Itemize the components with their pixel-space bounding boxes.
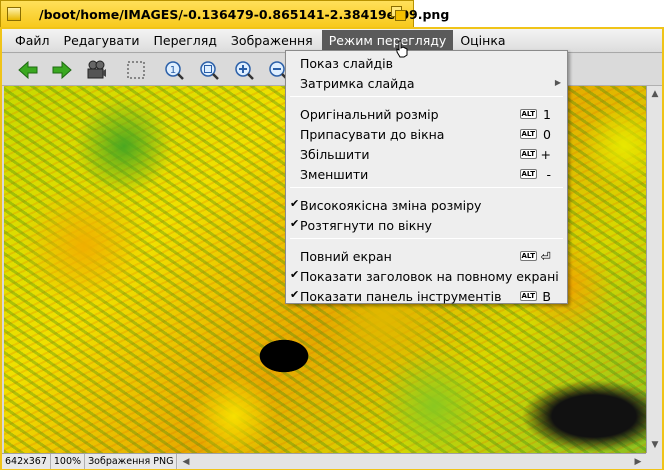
submenu-arrow-icon: ▶ xyxy=(554,78,561,87)
checkmark-icon: ✔ xyxy=(290,197,300,210)
status-zoom: 100% xyxy=(51,454,86,469)
vertical-scrollbar[interactable]: ▲ ▼ xyxy=(646,86,662,453)
zoom-in-icon[interactable] xyxy=(232,58,256,82)
resize-handle[interactable] xyxy=(646,453,662,469)
status-bar: 642x367 100% Зображення PNG xyxy=(2,453,178,469)
menu-separator xyxy=(290,238,563,239)
alt-key-icon: ALT xyxy=(519,251,537,261)
alt-key-icon: ALT xyxy=(519,109,537,119)
forward-arrow-icon[interactable] xyxy=(50,58,74,82)
menu-item-zoom-out[interactable]: Зменшити ALT - xyxy=(286,164,567,184)
menu-item-high-quality-scaling[interactable]: ✔ Високоякісна зміна розміру xyxy=(286,195,567,215)
selection-icon[interactable] xyxy=(124,58,148,82)
original-size-icon[interactable]: 1 xyxy=(162,58,186,82)
menu-item-slide-delay[interactable]: Затримка слайда ▶ xyxy=(286,73,567,93)
alt-key-icon: ALT xyxy=(519,129,537,139)
alt-key-icon: ALT xyxy=(519,291,537,301)
alt-key-icon: ALT xyxy=(519,169,537,179)
window-title-tab[interactable]: /boot/home/IMAGES/-0.136479-0.865141-2.3… xyxy=(0,0,449,28)
menu-file[interactable]: Файл xyxy=(8,30,57,51)
zoom-window-icon[interactable] xyxy=(391,6,407,22)
checkmark-icon: ✔ xyxy=(290,217,300,230)
status-file-type: Зображення PNG xyxy=(85,454,178,469)
menu-view[interactable]: Перегляд xyxy=(146,30,223,51)
horizontal-scrollbar[interactable]: ◀ ▶ xyxy=(178,453,646,469)
status-dimensions: 642x367 xyxy=(2,454,51,469)
menu-item-show-caption-fullscreen[interactable]: ✔ Показати заголовок на повному екрані xyxy=(286,266,567,286)
menu-edit[interactable]: Редагувати xyxy=(57,30,147,51)
hand-cursor-icon xyxy=(396,40,408,58)
alt-key-icon: ALT xyxy=(519,149,537,159)
checkmark-icon: ✔ xyxy=(290,268,300,281)
enter-key-icon: ⏎ xyxy=(540,249,551,264)
scroll-up-icon[interactable]: ▲ xyxy=(648,87,662,101)
checkmark-icon: ✔ xyxy=(290,288,300,301)
menu-item-slideshow[interactable]: Показ слайдів xyxy=(286,53,567,73)
back-arrow-icon[interactable] xyxy=(16,58,40,82)
menu-separator xyxy=(290,96,563,97)
fit-window-icon[interactable] xyxy=(197,58,221,82)
menu-browse-mode[interactable]: Режим перегляду xyxy=(321,30,454,51)
menu-item-full-screen[interactable]: Повний екран ALT ⏎ xyxy=(286,246,567,266)
menu-separator xyxy=(290,187,563,188)
menu-rating[interactable]: Оцінка xyxy=(453,30,512,51)
menu-image[interactable]: Зображення xyxy=(224,30,320,51)
scroll-left-icon[interactable]: ◀ xyxy=(179,455,193,469)
window-title: /boot/home/IMAGES/-0.136479-0.865141-2.3… xyxy=(39,7,450,22)
menu-item-show-toolbar[interactable]: ✔ Показати панель інструментів ALT B xyxy=(286,286,567,306)
menu-item-original-size[interactable]: Оригінальний розмір ALT 1 xyxy=(286,104,567,124)
slideshow-projector-icon[interactable] xyxy=(84,58,108,82)
menu-item-fit-window[interactable]: Припасувати до вікна ALT 0 xyxy=(286,124,567,144)
menu-item-zoom-in[interactable]: Збільшити ALT + xyxy=(286,144,567,164)
svg-text:1: 1 xyxy=(170,65,176,76)
menu-item-stretch-to-window[interactable]: ✔ Розтягнути по вікну xyxy=(286,215,567,235)
close-icon[interactable] xyxy=(7,7,21,21)
browse-mode-menu: Показ слайдів Затримка слайда ▶ Оригінал… xyxy=(285,50,568,304)
scroll-right-icon[interactable]: ▶ xyxy=(631,455,645,469)
scroll-down-icon[interactable]: ▼ xyxy=(648,438,662,452)
